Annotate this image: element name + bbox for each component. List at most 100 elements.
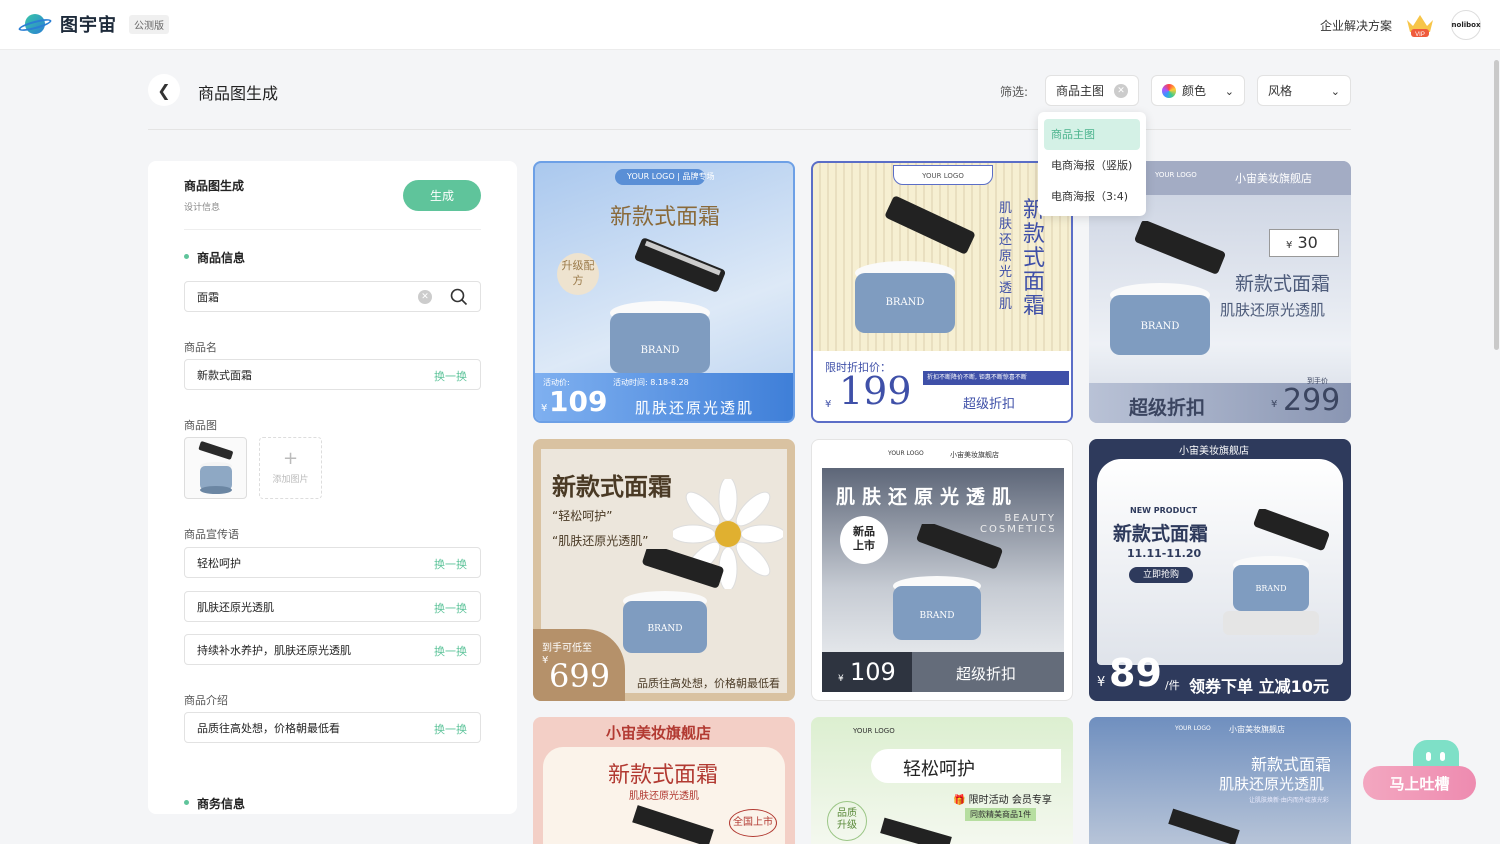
result-card-9[interactable]: YOUR LOGO 小宙美妆旗舰店 新款式面霜 肌肤还原光透肌 让肌肤焕新·由内… bbox=[1089, 717, 1351, 844]
dropdown-option-vertical-poster[interactable]: 电商海报（竖版) bbox=[1044, 150, 1140, 181]
add-image-button[interactable]: + 添加图片 bbox=[259, 437, 322, 499]
type-filter-value: 商品主图 bbox=[1056, 84, 1105, 98]
intro-field[interactable]: 品质往高处想，价格朝最低看 换一换 bbox=[184, 712, 481, 743]
swap-button[interactable]: 换一换 bbox=[434, 721, 467, 737]
coupon-currency: ¥ bbox=[1286, 240, 1293, 251]
result-card-5[interactable]: YOUR LOGO 小宙美妆旗舰店 肌肤还原光透肌 BEAUTY COSMETI… bbox=[811, 439, 1073, 701]
promo-note: 折扣不断降价不断, 钜惠不断惊喜不断 bbox=[923, 371, 1069, 385]
brand-text: BRAND bbox=[1141, 321, 1180, 332]
card-subtitle: 肌肤还原光透肌 bbox=[629, 791, 699, 802]
result-card-8[interactable]: YOUR LOGO 轻松呵护 🎁 限时活动 会员专享 同款精美商品1件 品质升级 bbox=[811, 717, 1073, 844]
slogan: 肌肤还原光透肌 bbox=[635, 399, 755, 417]
product-search-input[interactable]: 面霜 ✕ bbox=[184, 281, 481, 312]
discount-label: 超级折扣 bbox=[956, 665, 1017, 683]
type-filter-dropdown: 商品主图 电商海报（竖版) 电商海报（3:4) bbox=[1038, 112, 1146, 216]
slogan-value: 持续补水养护，肌肤还原光透肌 bbox=[197, 643, 351, 657]
price: 299 bbox=[1283, 383, 1341, 418]
swap-button[interactable]: 换一换 bbox=[434, 643, 467, 659]
logo-pill: YOUR LOGO | 品牌专场 bbox=[615, 169, 714, 185]
slogan-field-2[interactable]: 肌肤还原光透肌 换一换 bbox=[184, 591, 481, 622]
card-title: 肌肤还原光透肌 bbox=[836, 486, 1019, 508]
plus-icon: + bbox=[282, 448, 299, 469]
dropdown-option-main[interactable]: 商品主图 bbox=[1044, 119, 1140, 150]
chevron-down-icon: ⌄ bbox=[1330, 85, 1340, 98]
type-filter-select[interactable]: 商品主图 ✕ bbox=[1045, 75, 1139, 106]
logo-text: YOUR LOGO bbox=[627, 172, 675, 181]
dropdown-option-34-poster[interactable]: 电商海报（3:4) bbox=[1044, 181, 1140, 212]
color-filter-select[interactable]: 颜色 ⌄ bbox=[1151, 75, 1245, 106]
store-name: 小宙美妆旗舰店 bbox=[1229, 725, 1285, 734]
enterprise-solutions-link[interactable]: 企业解决方案 bbox=[1320, 17, 1392, 34]
slogan-field-3[interactable]: 持续补水养护，肌肤还原光透肌 换一换 bbox=[184, 634, 481, 665]
launch-stamp: 全国上市 bbox=[729, 809, 777, 837]
vip-crown-icon[interactable]: VIP bbox=[1404, 12, 1436, 38]
buy-now-button[interactable]: 立即抢购 bbox=[1129, 567, 1193, 583]
panel-divider bbox=[184, 229, 481, 230]
result-card-2[interactable]: YOUR LOGO 新款式面霜 肌肤还原光透肌 BRAND 限时折扣价： ¥ 1… bbox=[811, 161, 1073, 423]
slogan-value: 轻松呵护 bbox=[197, 556, 241, 570]
planet-logo-icon bbox=[17, 12, 53, 36]
result-card-4[interactable]: 新款式面霜 “轻松呵护” “肌肤还原光透肌” BRAND 到手可低至 ¥ 699… bbox=[533, 439, 795, 701]
tagline: 让肌肤焕新·由内而外绽放光彩 bbox=[1249, 797, 1329, 804]
cream-jar-image bbox=[198, 441, 233, 494]
date-text: 活动时间: 8.18-8.28 bbox=[613, 378, 689, 387]
unit: /件 bbox=[1165, 679, 1180, 692]
search-icon[interactable] bbox=[450, 288, 468, 306]
card-title: 新款式面霜 bbox=[610, 205, 721, 230]
cream-jar-image: BRAND bbox=[893, 524, 1003, 640]
style-filter-select[interactable]: 风格 ⌄ bbox=[1257, 75, 1351, 106]
color-filter-label: 颜色 bbox=[1182, 84, 1207, 98]
gift-tag: 同款精美商品1件 bbox=[965, 808, 1037, 821]
swap-button[interactable]: 换一换 bbox=[434, 368, 467, 384]
cream-jar-image: BRAND bbox=[610, 238, 726, 373]
product-name-field[interactable]: 新款式面霜 换一换 bbox=[184, 359, 481, 390]
slogan-label: 商品宣传语 bbox=[184, 528, 239, 541]
clear-icon[interactable]: ✕ bbox=[418, 290, 432, 304]
slogan-value: 肌肤还原光透肌 bbox=[197, 600, 274, 614]
jar-lid-shape bbox=[1168, 808, 1240, 844]
slogan-field-1[interactable]: 轻松呵护 换一换 bbox=[184, 547, 481, 578]
page-scrollbar[interactable] bbox=[1493, 50, 1500, 844]
currency: ¥ bbox=[541, 403, 548, 414]
clear-icon[interactable]: ✕ bbox=[1114, 84, 1128, 98]
back-button[interactable]: ❮ bbox=[148, 74, 180, 106]
vip-label: VIP bbox=[1415, 32, 1425, 38]
jar-lid-shape bbox=[880, 817, 952, 844]
app-logo[interactable]: 图宇宙 公测版 bbox=[17, 11, 169, 37]
product-image-thumbnail[interactable] bbox=[184, 437, 247, 499]
scrollbar-thumb[interactable] bbox=[1494, 60, 1499, 350]
page-title: 商品图生成 bbox=[198, 84, 279, 103]
brand-text: BRAND bbox=[920, 611, 955, 621]
currency: ¥ bbox=[542, 655, 549, 666]
generate-button[interactable]: 生成 bbox=[403, 180, 481, 211]
feedback-button[interactable]: 马上吐槽 bbox=[1363, 766, 1476, 800]
currency: ¥ bbox=[1097, 675, 1106, 690]
gift-icon: 🎁 bbox=[953, 795, 969, 806]
price-label: 到手可低至 bbox=[542, 643, 592, 654]
card-title: 新款式面霜 bbox=[552, 472, 672, 501]
swap-button[interactable]: 换一换 bbox=[434, 600, 467, 616]
cream-jar-image: BRAND bbox=[1110, 221, 1226, 355]
card-title: 轻松呵护 bbox=[903, 759, 975, 780]
store-name: 小宙美妆旗舰店 bbox=[1235, 172, 1312, 185]
swap-button[interactable]: 换一换 bbox=[434, 556, 467, 572]
store-name: 小宙美妆旗舰店 bbox=[606, 724, 712, 742]
add-image-label: 添加图片 bbox=[272, 475, 309, 485]
coupon-value: 30 bbox=[1297, 233, 1318, 252]
brand-text: BRAND bbox=[648, 624, 683, 634]
result-card-1[interactable]: YOUR LOGO | 品牌专场 新款式面霜 升级配方 BRAND 活动价: 活… bbox=[533, 161, 795, 423]
panel-subtitle: 设计信息 bbox=[184, 203, 221, 213]
result-card-7[interactable]: 小宙美妆旗舰店 新款式面霜 肌肤还原光透肌 全国上市 bbox=[533, 717, 795, 844]
product-image-label: 商品图 bbox=[184, 419, 217, 432]
result-card-6[interactable]: 小宙美妆旗舰店 NEW PRODUCT 新款式面霜 11.11-11.20 立即… bbox=[1089, 439, 1351, 701]
user-avatar[interactable]: nolibox bbox=[1451, 10, 1481, 40]
activity-label: 限时活动 会员专享 bbox=[968, 795, 1052, 806]
currency: ¥ bbox=[825, 399, 832, 410]
discount-label: 超级折扣 bbox=[1129, 397, 1206, 419]
new-product-tag: NEW PRODUCT bbox=[1130, 506, 1198, 515]
section-product-info: 商品信息 bbox=[184, 249, 245, 266]
upgrade-badge: 升级配方 bbox=[557, 253, 599, 295]
product-name-value: 新款式面霜 bbox=[197, 368, 252, 382]
intro-value: 品质往高处想，价格朝最低看 bbox=[197, 721, 340, 735]
discount-label: 超级折扣 bbox=[963, 397, 1016, 412]
